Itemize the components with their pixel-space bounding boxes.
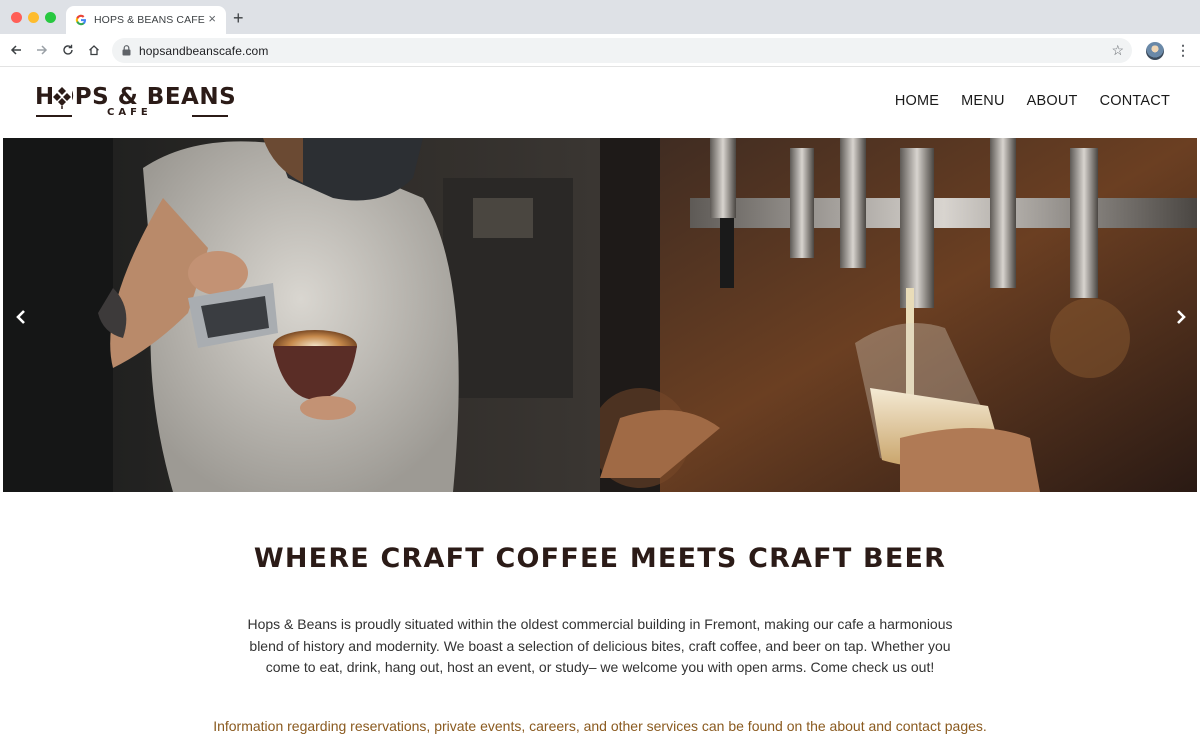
browser-tab[interactable]: HOPS & BEANS CAFE × [66, 6, 226, 34]
bookmark-star-icon[interactable]: ☆ [1111, 42, 1124, 59]
browser-tab-bar: HOPS & BEANS CAFE × + [0, 0, 1200, 34]
site-header: HOPS & BEANS CAFE HOME MENU ABOUT CONTAC… [0, 68, 1200, 138]
address-bar[interactable]: hopsandbeanscafe.com ☆ [112, 38, 1132, 63]
nav-menu[interactable]: MENU [961, 93, 1005, 109]
tab-close-icon[interactable]: × [208, 12, 216, 26]
reload-icon[interactable] [60, 42, 76, 58]
back-arrow-icon[interactable] [8, 42, 24, 58]
barista-latte-photo [3, 138, 600, 492]
beer-tap-photo [600, 138, 1197, 492]
tab-title: HOPS & BEANS CAFE [94, 14, 205, 26]
intro-paragraph: Hops & Beans is proudly situated within … [247, 616, 953, 675]
logo-rule-left [36, 115, 72, 117]
logo-rule-right [192, 115, 228, 117]
google-favicon-icon [75, 14, 86, 26]
nav-contact[interactable]: CONTACT [1100, 93, 1170, 109]
profile-avatar[interactable] [1146, 42, 1164, 60]
hop-cone-icon [52, 86, 72, 110]
close-window-button[interactable] [11, 12, 22, 23]
info-notice: Information regarding reservations, priv… [213, 718, 987, 734]
page-headline: WHERE CRAFT COFFEE MEETS CRAFT BEER [253, 543, 947, 574]
forward-arrow-icon[interactable] [34, 42, 50, 58]
browser-toolbar: hopsandbeanscafe.com ☆ ⋮ [0, 34, 1200, 67]
minimize-window-button[interactable] [28, 12, 39, 23]
browser-menu-icon[interactable]: ⋮ [1176, 42, 1190, 58]
nav-about[interactable]: ABOUT [1027, 93, 1078, 109]
maximize-window-button[interactable] [45, 12, 56, 23]
home-icon[interactable] [86, 42, 102, 58]
lock-icon [122, 45, 131, 56]
slider-next-arrow-icon[interactable] [1171, 306, 1191, 328]
new-tab-button[interactable]: + [233, 9, 244, 27]
nav-home[interactable]: HOME [895, 93, 939, 109]
slider-prev-arrow-icon[interactable] [11, 306, 31, 328]
hops-and-beans-logo[interactable]: HOPS & BEANS CAFE [35, 84, 236, 124]
logo-subtitle: CAFE [107, 107, 152, 118]
main-nav: HOME MENU ABOUT CONTACT [895, 93, 1170, 109]
url-text: hopsandbeanscafe.com [139, 44, 269, 58]
hero-slider [3, 138, 1197, 492]
